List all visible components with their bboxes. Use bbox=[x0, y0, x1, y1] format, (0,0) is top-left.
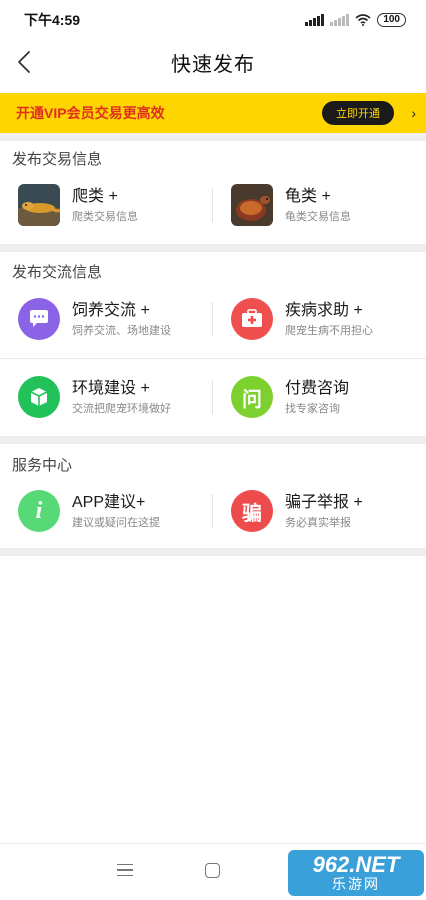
turtle-item-title: 龟类 + bbox=[285, 187, 331, 205]
vip-open-button[interactable]: 立即开通 bbox=[322, 101, 394, 125]
cube-icon bbox=[18, 376, 60, 418]
exchange-row-1: 饲养交流 + 饲养交流、场地建设 疾病求助 + 爬宠生病不用担心 bbox=[0, 284, 426, 354]
report-item-subtitle: 务必真实举报 bbox=[285, 516, 351, 529]
publish-disease-item[interactable]: 疾病求助 + 爬宠生病不用担心 bbox=[213, 284, 426, 354]
consult-icon-glyph: 问 bbox=[242, 388, 262, 411]
section-divider bbox=[0, 133, 426, 141]
chevron-right-icon: › bbox=[411, 105, 416, 121]
section-title-exchange: 发布交流信息 bbox=[12, 264, 103, 281]
environment-item-title: 环境建设 + bbox=[72, 379, 150, 397]
publish-reptile-item[interactable]: 爬类 + 爬类交易信息 bbox=[0, 170, 213, 240]
nav-bar: 快速发布 bbox=[0, 40, 426, 84]
back-button[interactable] bbox=[8, 46, 40, 78]
fraud-report-icon: 骗 bbox=[231, 490, 273, 532]
vip-banner[interactable]: 开通VIP会员交易更高效 立即开通 › bbox=[0, 93, 426, 133]
consult-item-title: 付费咨询 bbox=[285, 379, 350, 397]
app-suggestion-item[interactable]: i APP建议+ 建议或疑问在这提 bbox=[0, 476, 213, 546]
home-icon[interactable] bbox=[205, 863, 220, 878]
fraud-report-item[interactable]: 骗 骗子举报 + 务必真实举报 bbox=[213, 476, 426, 546]
battery-indicator: 100 bbox=[377, 13, 406, 27]
medical-kit-icon bbox=[231, 298, 273, 340]
turtle-item-subtitle: 龟类交易信息 bbox=[285, 210, 351, 223]
suggest-icon-glyph: i bbox=[35, 497, 43, 524]
publish-feeding-item[interactable]: 饲养交流 + 饲养交流、场地建设 bbox=[0, 284, 213, 354]
disease-item-title: 疾病求助 + bbox=[285, 301, 363, 319]
section-divider bbox=[0, 548, 426, 556]
publish-turtle-item[interactable]: 龟类 + 龟类交易信息 bbox=[213, 170, 426, 240]
watermark-top-text: 962.NET bbox=[312, 852, 400, 877]
report-item-title: 骗子举报 + bbox=[285, 493, 363, 511]
feeding-item-subtitle: 饲养交流、场地建设 bbox=[72, 324, 171, 337]
turtle-thumbnail bbox=[231, 184, 273, 226]
reptile-item-title: 爬类 + bbox=[72, 187, 118, 205]
publish-environment-item[interactable]: 环境建设 + 交流把爬宠环境做好 bbox=[0, 362, 213, 432]
status-icons: 100 bbox=[305, 13, 406, 27]
suggestion-item-subtitle: 建议或疑问在这提 bbox=[72, 516, 160, 529]
consult-item-subtitle: 找专家咨询 bbox=[285, 402, 340, 415]
status-bar: 下午4:59 100 bbox=[0, 0, 426, 40]
menu-icon[interactable] bbox=[117, 862, 133, 878]
signal-weak-icon bbox=[330, 14, 350, 26]
chat-bubble-icon bbox=[18, 298, 60, 340]
section-divider bbox=[0, 244, 426, 252]
vip-banner-text: 开通VIP会员交易更高效 bbox=[16, 105, 165, 121]
environment-item-subtitle: 交流把爬宠环境做好 bbox=[72, 402, 171, 415]
reptile-thumbnail bbox=[18, 184, 60, 226]
reptile-item-subtitle: 爬类交易信息 bbox=[72, 210, 138, 223]
column-separator bbox=[212, 494, 213, 528]
watermark-bottom-text: 乐游网 bbox=[332, 876, 380, 892]
signal-strong-icon bbox=[305, 14, 325, 26]
page-title: 快速发布 bbox=[171, 53, 255, 76]
suggestion-item-title: APP建议+ bbox=[72, 493, 146, 511]
row-separator bbox=[0, 358, 426, 359]
exchange-row-2: 环境建设 + 交流把爬宠环境做好 问 付费咨询 找专家咨询 bbox=[0, 362, 426, 432]
service-row: i APP建议+ 建议或疑问在这提 骗 骗子举报 + 务必真实举报 bbox=[0, 476, 426, 546]
column-separator bbox=[212, 380, 213, 414]
feeding-item-title: 饲养交流 + bbox=[72, 301, 150, 319]
info-icon: i bbox=[18, 490, 60, 532]
column-separator bbox=[212, 188, 213, 222]
section-title-trade: 发布交易信息 bbox=[12, 151, 103, 168]
question-icon: 问 bbox=[231, 376, 273, 418]
status-time: 下午4:59 bbox=[24, 12, 81, 28]
trade-row: 爬类 + 爬类交易信息 龟类 + 龟类交易信息 bbox=[0, 170, 426, 240]
chevron-left-icon bbox=[18, 51, 30, 73]
column-separator bbox=[212, 302, 213, 336]
section-title-service: 服务中心 bbox=[12, 457, 73, 474]
watermark-logo: 962.NET 乐游网 bbox=[288, 850, 424, 896]
section-divider bbox=[0, 436, 426, 444]
wifi-icon bbox=[355, 14, 371, 26]
paid-consult-item[interactable]: 问 付费咨询 找专家咨询 bbox=[213, 362, 426, 432]
report-icon-glyph: 骗 bbox=[242, 502, 262, 525]
disease-item-subtitle: 爬宠生病不用担心 bbox=[285, 324, 373, 337]
